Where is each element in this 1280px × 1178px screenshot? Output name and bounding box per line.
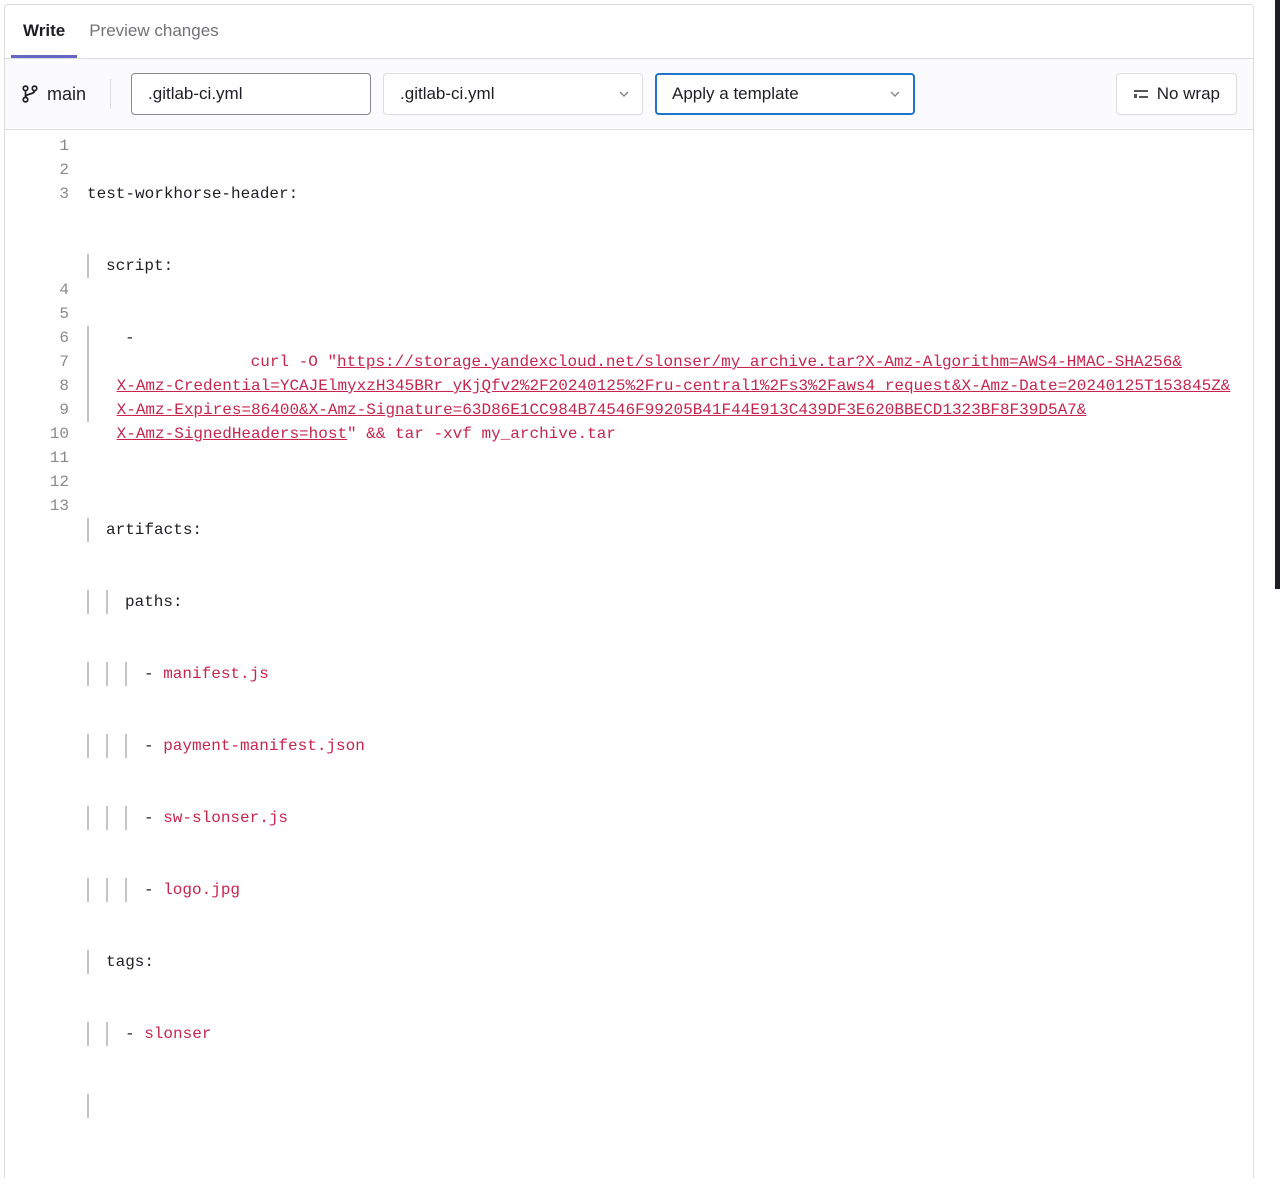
code-url: X-Amz-Expires=86400&X-Amz-Signature=63D8… (117, 401, 1087, 419)
code-token: - (144, 734, 163, 758)
branch-name: main (47, 84, 86, 105)
code-token: curl -O " (251, 353, 337, 371)
code-token: manifest.js (163, 662, 269, 686)
code-token: - (144, 806, 163, 830)
tab-write[interactable]: Write (11, 7, 77, 58)
code-editor[interactable]: 12345678910111213 test-workhorse-header:… (5, 130, 1253, 1178)
branch-selector[interactable]: main (21, 84, 86, 105)
code-token: tags: (106, 950, 154, 974)
code-token: - (144, 662, 163, 686)
code-url: X-Amz-Credential=YCAJElmyxzH345BRr_yKjQf… (117, 377, 1231, 395)
divider (110, 79, 111, 109)
tab-preview-changes[interactable]: Preview changes (77, 7, 230, 58)
chevron-down-icon (889, 88, 901, 100)
code-token: artifacts: (106, 518, 202, 542)
chevron-down-icon (618, 88, 630, 100)
wrap-icon (1133, 86, 1149, 102)
code-token: logo.jpg (163, 878, 240, 902)
code-token: paths: (125, 590, 183, 614)
template-select[interactable]: Apply a template (655, 73, 915, 115)
editor-container: Write Preview changes main .gitlab-ci.ym… (4, 4, 1254, 1178)
code-token: - (125, 1022, 144, 1046)
code-token: script: (106, 254, 173, 278)
nowrap-button[interactable]: No wrap (1116, 73, 1237, 115)
template-placeholder: Apply a template (672, 84, 799, 104)
code-token: - (144, 878, 163, 902)
code-token: " && tar -xvf my_archive.tar (347, 425, 616, 443)
line-numbers-gutter: 12345678910111213 (5, 134, 87, 1178)
filetype-select[interactable]: .gitlab-ci.yml (383, 73, 643, 115)
code-token: - (125, 326, 135, 470)
toolbar: main .gitlab-ci.yml Apply a template No … (5, 59, 1253, 130)
filename-input[interactable] (131, 73, 371, 115)
code-token: sw-slonser.js (163, 806, 288, 830)
code-token: test-workhorse-header: (87, 182, 298, 206)
scrollbar[interactable] (1275, 0, 1280, 589)
filetype-value: .gitlab-ci.yml (400, 84, 494, 104)
code-url: X-Amz-SignedHeaders=host (117, 425, 347, 443)
code-token: payment-manifest.json (163, 734, 365, 758)
code-content[interactable]: test-workhorse-header: script: - curl -O… (87, 134, 1253, 1178)
nowrap-label: No wrap (1157, 84, 1220, 104)
branch-icon (21, 85, 39, 103)
code-token: slonser (144, 1022, 211, 1046)
code-url: https://storage.yandexcloud.net/slonser/… (337, 353, 1182, 371)
tab-bar: Write Preview changes (5, 5, 1253, 59)
